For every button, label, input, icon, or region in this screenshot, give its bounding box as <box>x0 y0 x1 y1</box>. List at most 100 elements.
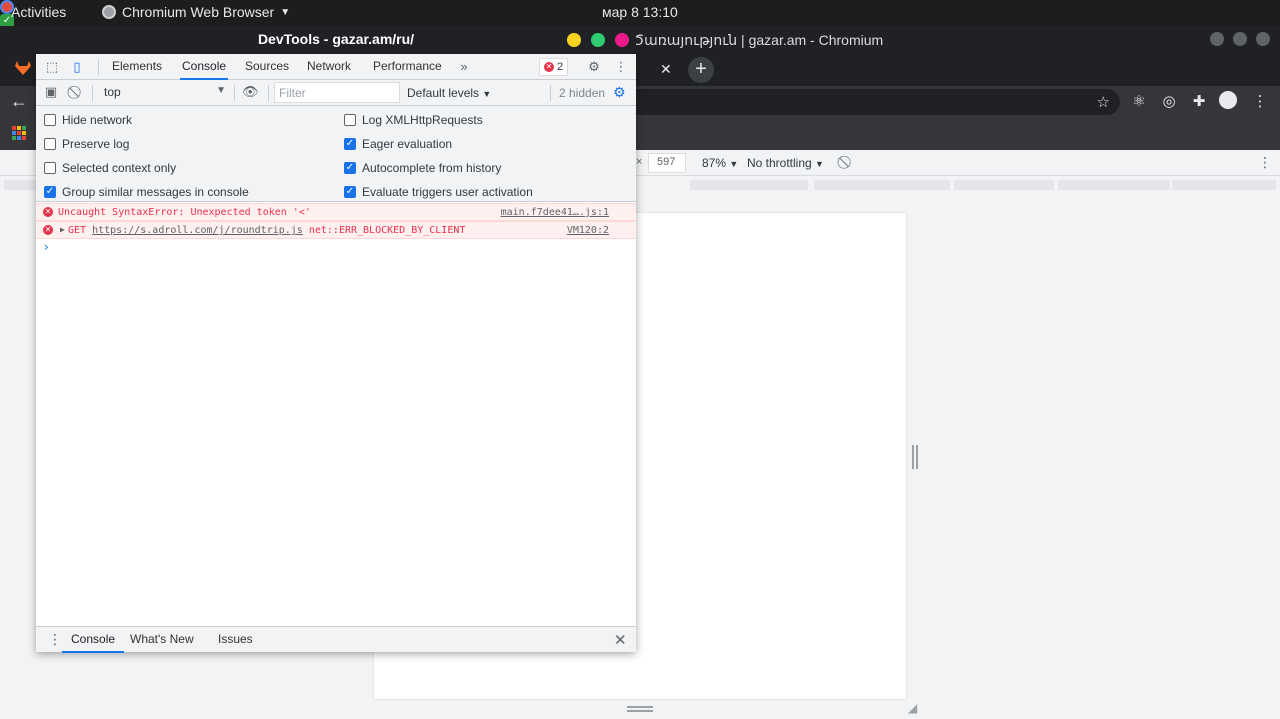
preserve-log-option[interactable]: Preserve log <box>44 135 129 153</box>
tab-console[interactable]: Console <box>180 54 229 80</box>
context-selector[interactable]: top ▼ <box>98 82 230 103</box>
tab-performance[interactable]: Performance <box>371 54 444 80</box>
devtools-window-controls <box>567 33 629 47</box>
close-window-button[interactable] <box>1256 32 1270 46</box>
option-label: Eager evaluation <box>362 137 453 151</box>
media-query-segment[interactable] <box>1172 180 1276 190</box>
kebab-menu-icon[interactable]: ⋮ <box>613 59 629 75</box>
kebab-menu-icon[interactable]: ⋮ <box>1250 92 1270 110</box>
console-filter-bar: ▣ ⃠ top ▼ 👁 Default levels ▼ 2 hidden ⚙ <box>36 80 636 106</box>
tab-network[interactable]: Network <box>305 54 353 80</box>
error-icon: ✕ <box>43 225 53 235</box>
zoom-dropdown[interactable]: 87% ▼ <box>702 156 738 170</box>
device-toggle-icon[interactable]: ▯ <box>69 59 85 75</box>
gitlab-icon[interactable] <box>14 60 34 80</box>
context-value: top <box>104 85 121 99</box>
browser-tab[interactable]: ✕ <box>640 56 684 84</box>
tab-elements[interactable]: Elements <box>110 54 164 80</box>
checkbox[interactable]: ✓ <box>344 162 356 174</box>
expand-triangle-icon[interactable]: ▶ <box>60 225 65 234</box>
filter-input[interactable] <box>274 82 400 103</box>
chevron-down-icon: ▼ <box>280 6 291 18</box>
eye-icon[interactable]: 👁 <box>242 84 259 100</box>
divider <box>550 85 551 101</box>
target-extension-icon[interactable]: ◎ <box>1159 92 1179 110</box>
checkbox[interactable] <box>344 114 356 126</box>
bookmark-star-icon[interactable]: ☆ <box>1097 93 1110 111</box>
puzzle-extensions-icon[interactable]: ✚ <box>1189 92 1209 110</box>
checkbox[interactable]: ✓ <box>344 138 356 150</box>
hide-network-option[interactable]: Hide network <box>44 111 132 129</box>
height-resize-handle[interactable] <box>627 706 653 712</box>
request-url-link[interactable]: https://s.adroll.com/j/roundtrip.js <box>92 225 303 236</box>
console-error-message[interactable]: ✕ Uncaught SyntaxError: Unexpected token… <box>36 203 636 221</box>
width-resize-handle[interactable] <box>912 445 918 469</box>
media-query-segment[interactable] <box>814 180 950 190</box>
zoom-value: 87% <box>702 156 727 170</box>
media-query-segment[interactable] <box>954 180 1054 190</box>
browser-window-title: Ծառայություն | gazar.am - Chromium <box>632 32 884 48</box>
eager-evaluation-option[interactable]: ✓ Eager evaluation <box>344 135 452 153</box>
drawer-tab-console[interactable]: Console <box>62 627 125 653</box>
minimize-button[interactable] <box>567 33 581 47</box>
minimize-button[interactable] <box>1210 32 1224 46</box>
message-source-link[interactable]: main.f7dee41….js:1 <box>501 207 609 218</box>
address-bar[interactable]: ☆ <box>636 89 1120 115</box>
caret-down-icon: ▼ <box>482 89 492 99</box>
checkbox[interactable] <box>44 114 56 126</box>
selected-context-only-option[interactable]: Selected context only <box>44 159 176 177</box>
checkbox[interactable]: ✓ <box>344 186 356 198</box>
checkbox[interactable] <box>44 138 56 150</box>
option-label: Group similar messages in console <box>62 185 249 199</box>
caret-down-icon: ▼ <box>729 159 739 169</box>
sidebar-toggle-icon[interactable]: ▣ <box>43 84 59 100</box>
inspect-element-icon[interactable]: ⬚ <box>44 59 60 75</box>
tab-close-icon[interactable]: ✕ <box>660 61 672 78</box>
option-label: Preserve log <box>62 137 130 151</box>
device-height-input[interactable]: 597 <box>648 153 686 173</box>
group-similar-option[interactable]: ✓ Group similar messages in console <box>44 183 249 201</box>
autocomplete-history-option[interactable]: ✓ Autocomplete from history <box>344 159 501 177</box>
request-error: net::ERR_BLOCKED_BY_CLIENT <box>308 225 466 236</box>
corner-resize-icon[interactable]: ◢ <box>908 701 917 715</box>
media-query-segment[interactable] <box>1058 180 1170 190</box>
apps-grid-icon[interactable] <box>12 126 26 140</box>
throttling-dropdown[interactable]: No throttling ▼ <box>747 156 824 170</box>
clear-console-icon[interactable]: ⃠ <box>69 84 85 100</box>
kebab-menu-icon[interactable]: ⋮ <box>48 631 62 648</box>
message-source-link[interactable]: VM120:2 <box>567 225 609 236</box>
gear-icon[interactable]: ⚙ <box>586 59 602 75</box>
app-name: Chromium Web Browser <box>122 4 275 20</box>
maximize-button[interactable] <box>591 33 605 47</box>
drawer-tab-whats-new[interactable]: What's New <box>130 627 194 653</box>
react-devtools-icon[interactable]: ⚛ <box>1129 92 1149 110</box>
evaluate-triggers-option[interactable]: ✓ Evaluate triggers user activation <box>344 183 533 201</box>
maximize-button[interactable] <box>1233 32 1247 46</box>
message-text: GET https://s.adroll.com/j/roundtrip.js … <box>68 225 465 236</box>
drawer-tab-issues[interactable]: Issues <box>218 627 253 653</box>
media-query-segment[interactable] <box>690 180 808 190</box>
back-arrow-icon[interactable]: ← <box>10 91 28 112</box>
log-xmlhttprequests-option[interactable]: Log XMLHttpRequests <box>344 111 483 129</box>
kebab-menu-icon[interactable]: ⋮ <box>1258 154 1272 171</box>
console-messages[interactable]: ✕ Uncaught SyntaxError: Unexpected token… <box>36 202 636 626</box>
log-levels-dropdown[interactable]: Default levels ▼ <box>407 86 491 100</box>
profile-avatar-icon[interactable] <box>1219 91 1239 110</box>
new-tab-button[interactable]: + <box>688 57 714 83</box>
close-window-button[interactable] <box>615 33 629 47</box>
error-count-badge[interactable]: ✕ 2 <box>539 58 569 76</box>
message-text: Uncaught SyntaxError: Unexpected token '… <box>58 207 311 218</box>
checkbox[interactable] <box>44 162 56 174</box>
close-drawer-icon[interactable]: ✕ <box>614 631 627 649</box>
console-prompt-icon[interactable]: › <box>44 240 49 254</box>
console-error-message[interactable]: ✕ ▶ GET https://s.adroll.com/j/roundtrip… <box>36 221 636 239</box>
divider <box>92 85 93 101</box>
tab-sources[interactable]: Sources <box>243 54 291 80</box>
more-tabs-icon[interactable]: » <box>456 59 472 75</box>
checkbox[interactable]: ✓ <box>44 186 56 198</box>
console-settings-gear-icon[interactable]: ⚙ <box>613 84 626 101</box>
window-controls <box>1210 32 1270 46</box>
activities-button[interactable]: Activities <box>11 4 66 20</box>
clock[interactable]: мар 8 13:10 <box>602 4 678 20</box>
app-menu[interactable]: Chromium Web Browser ▼ <box>102 4 290 20</box>
